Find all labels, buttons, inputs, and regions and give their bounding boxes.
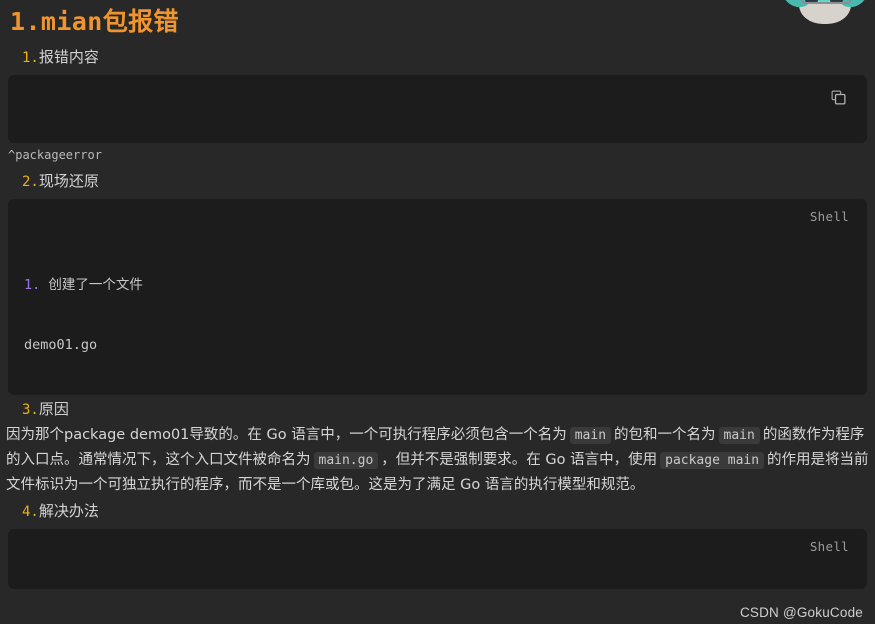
avatar-glasses	[801, 0, 851, 4]
inline-code-main-go: main.go	[313, 452, 379, 469]
copy-icon[interactable]	[830, 89, 847, 106]
code-block-error: package command-line-arguments is not a …	[8, 75, 867, 143]
inline-code-main-1: main	[569, 427, 612, 444]
code-token-text: 创建了一个文件	[40, 277, 143, 293]
section-title-2: 现场还原	[38, 172, 99, 190]
code-block-repro: Shell 1. 创建了一个文件 demo01.go 内容 package de…	[8, 199, 867, 395]
paragraph-text: 的包和一个名为	[614, 427, 716, 443]
section-title-1: 报错内容	[38, 48, 99, 66]
reason-paragraph: 因为那个package demo01导致的。在 Go 语言中，一个可执行程序必须…	[0, 420, 875, 497]
error-caption: ^packageerror	[8, 148, 102, 162]
code-line: 1. 创建了一个文件	[24, 275, 851, 295]
paragraph-text: 因为那个package demo01导致的。在 Go 语言中，一个可执行程序必须…	[6, 427, 567, 443]
code-token-number: 1.	[24, 277, 41, 293]
code-language-label: Shell	[809, 539, 849, 554]
inline-code-main-2: main	[718, 427, 760, 444]
section-title-3: 原因	[38, 400, 69, 418]
section-number-3: 3.	[22, 402, 39, 418]
paragraph-text: ，但并不是强制要求。在 Go 语言中，使用	[381, 452, 658, 468]
section-number-1: 1.	[22, 50, 39, 66]
code-block-solution: Shell package demo01 改成 package main	[8, 529, 867, 589]
section-heading-3: 3.原因	[0, 399, 875, 420]
section-heading-2: 2.现场还原	[0, 171, 875, 192]
inline-code-package-main: package main	[660, 452, 765, 469]
section-heading-1: 1.报错内容	[0, 47, 875, 68]
section-title-4: 解决办法	[38, 502, 99, 520]
page-title: 1.mian包报错	[10, 7, 179, 36]
section-number-2: 2.	[22, 174, 39, 190]
code-line: demo01.go	[24, 337, 98, 353]
profile-avatar-image	[783, 0, 867, 26]
section-heading-4: 4.解决办法	[0, 501, 875, 522]
code-language-label: Shell	[809, 209, 849, 224]
article-page: 1.mian包报错 1.报错内容 package command-line-ar…	[0, 0, 875, 624]
section-number-4: 4.	[22, 504, 39, 520]
watermark: CSDN @GokuCode	[739, 605, 863, 620]
